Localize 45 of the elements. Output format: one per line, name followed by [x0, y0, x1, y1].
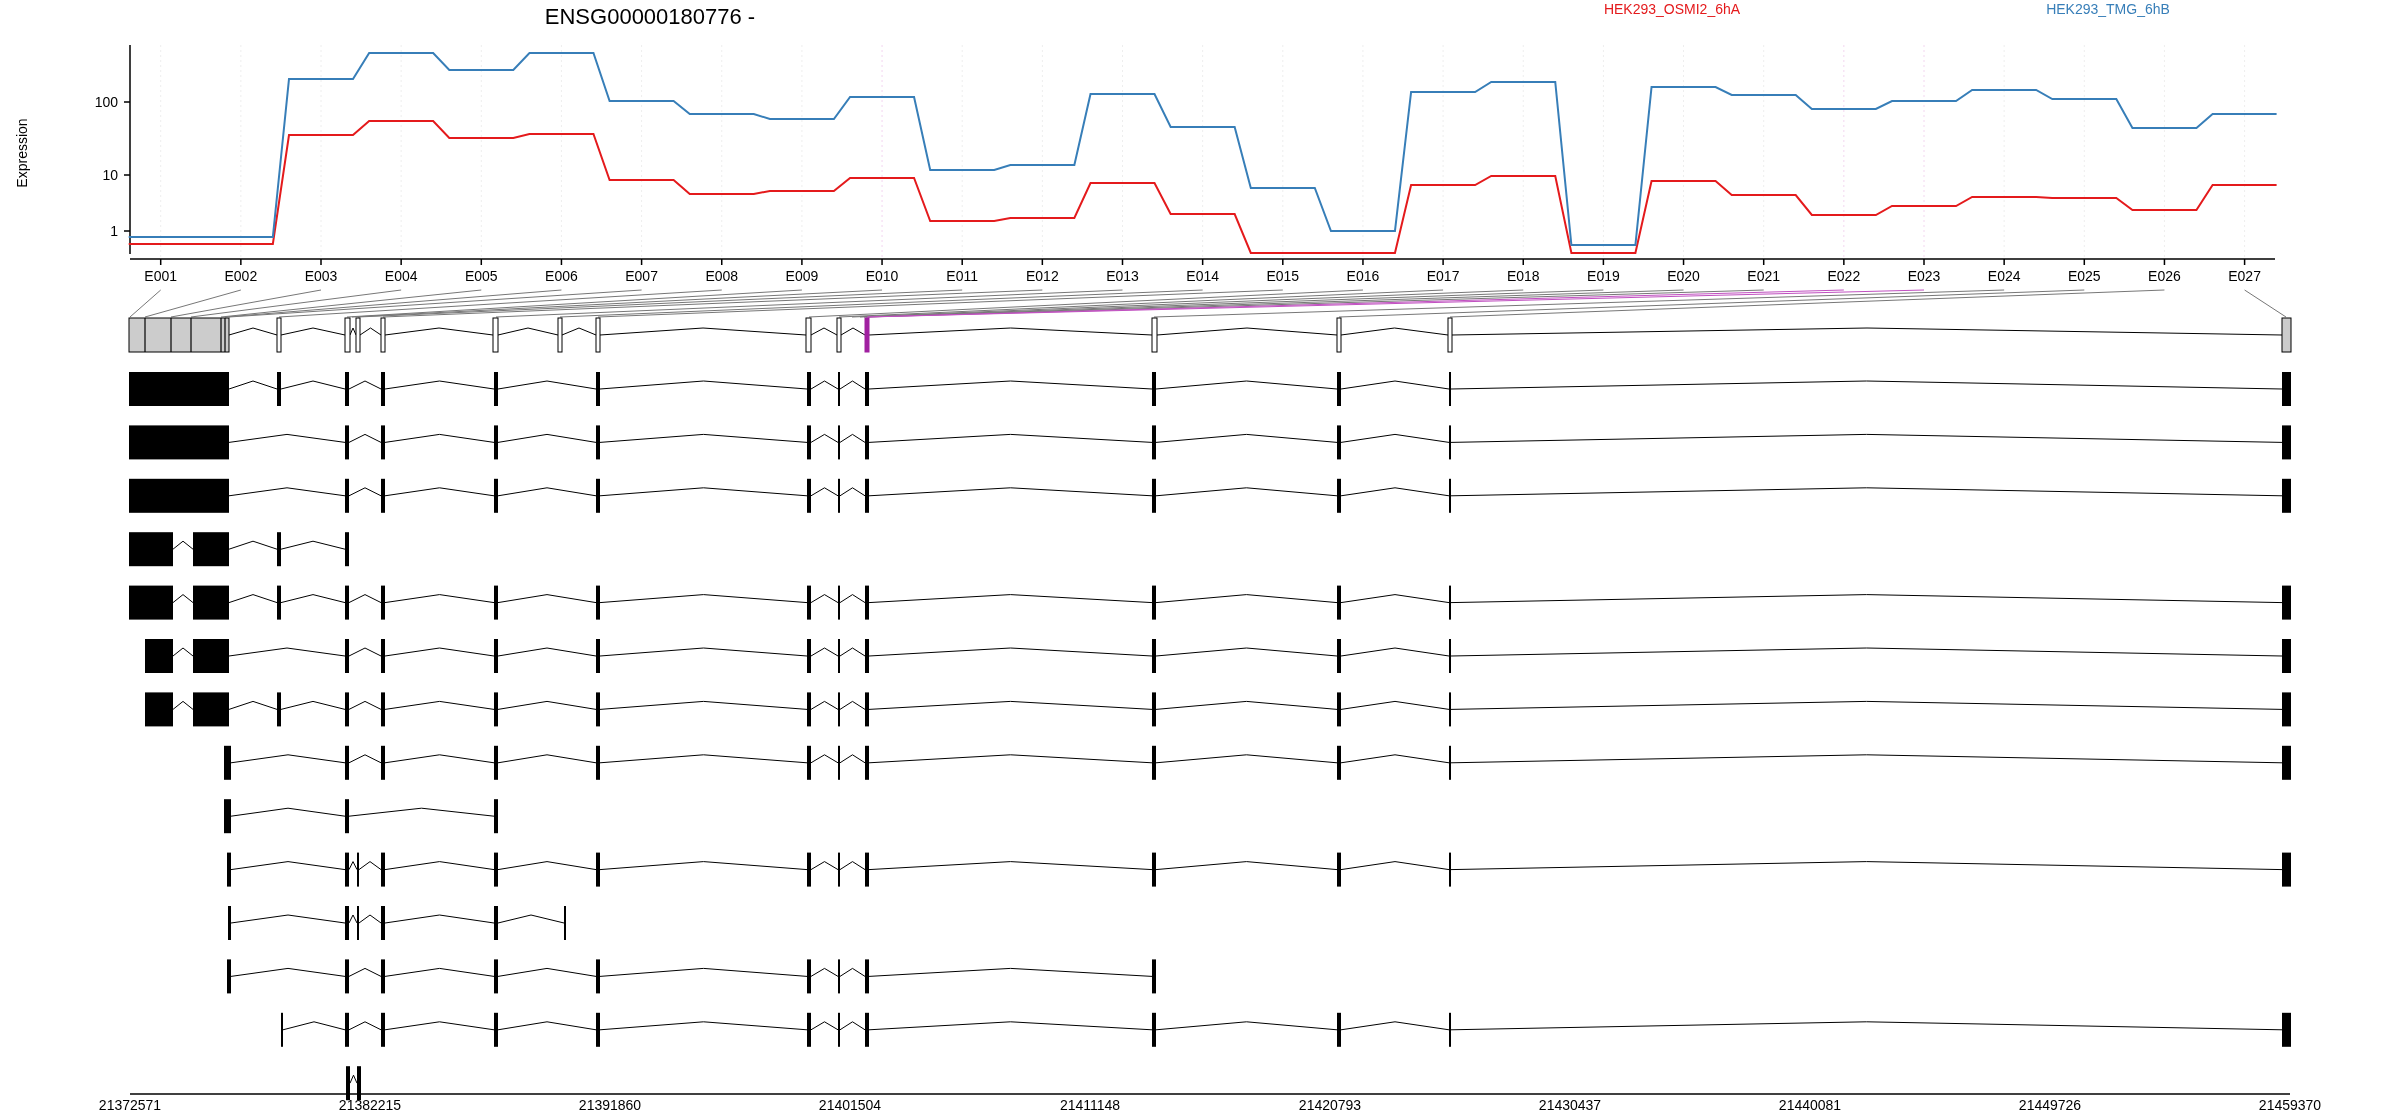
- exon-label: E006: [545, 268, 578, 284]
- exon-label: E002: [224, 268, 258, 284]
- coordinate-label: 21459370: [2258, 1097, 2322, 1113]
- tick-label: 1: [110, 223, 118, 239]
- tick-label: 10: [102, 167, 118, 183]
- exon-label: E027: [2228, 268, 2261, 284]
- legend-label: HEK293_OSMI2_6hA: [1603, 1, 1741, 17]
- coordinate-label: 21411148: [1059, 1097, 1121, 1113]
- coordinate-label: 21401504: [818, 1097, 882, 1113]
- exon-label: E001: [144, 268, 178, 284]
- exon-label: E015: [1266, 268, 1300, 284]
- coordinate-label: 21449726: [2018, 1097, 2082, 1113]
- exon-label: E011: [946, 268, 979, 284]
- axis-title: Expression: [14, 118, 30, 188]
- exon-label: E008: [705, 268, 739, 284]
- coordinate-label: 21420793: [1298, 1097, 1362, 1113]
- exon-label: E016: [1346, 268, 1380, 284]
- exon-label: E012: [1026, 268, 1059, 284]
- exon-label: E019: [1587, 268, 1620, 284]
- exon-label: E007: [625, 268, 658, 284]
- exon-label: E003: [304, 268, 338, 284]
- exon-label: E023: [1907, 268, 1941, 284]
- exon-label: E018: [1506, 268, 1540, 284]
- coordinate-label: 21440081: [1778, 1097, 1842, 1113]
- exon-label: E025: [2067, 268, 2101, 284]
- exon-label: E013: [1106, 268, 1139, 284]
- exon-label: E017: [1426, 268, 1460, 284]
- exon-label: E024: [1987, 268, 2021, 284]
- coordinate-label: 21372571: [98, 1097, 162, 1113]
- exon-label: E009: [785, 268, 819, 284]
- chart-title: ENSG00000180776 -: [544, 4, 756, 29]
- exon-label: E014: [1186, 268, 1219, 284]
- coordinate-label: 21391860: [578, 1097, 642, 1113]
- exon-label: E020: [1667, 268, 1700, 284]
- exon-label: E004: [384, 268, 418, 284]
- exon-label: E005: [464, 268, 498, 284]
- exon-label: E026: [2148, 268, 2181, 284]
- exon-label: E021: [1747, 268, 1781, 284]
- transcript-drawing: [346, 1066, 361, 1101]
- coordinate-label: 21382215: [338, 1097, 402, 1113]
- exon-label: E010: [865, 268, 899, 284]
- legend-label: HEK293_TMG_6hB: [2046, 1, 2170, 17]
- tick-label: 100: [94, 94, 118, 110]
- exon-label: E022: [1827, 268, 1861, 284]
- coordinate-label: 21430437: [1538, 1097, 1602, 1113]
